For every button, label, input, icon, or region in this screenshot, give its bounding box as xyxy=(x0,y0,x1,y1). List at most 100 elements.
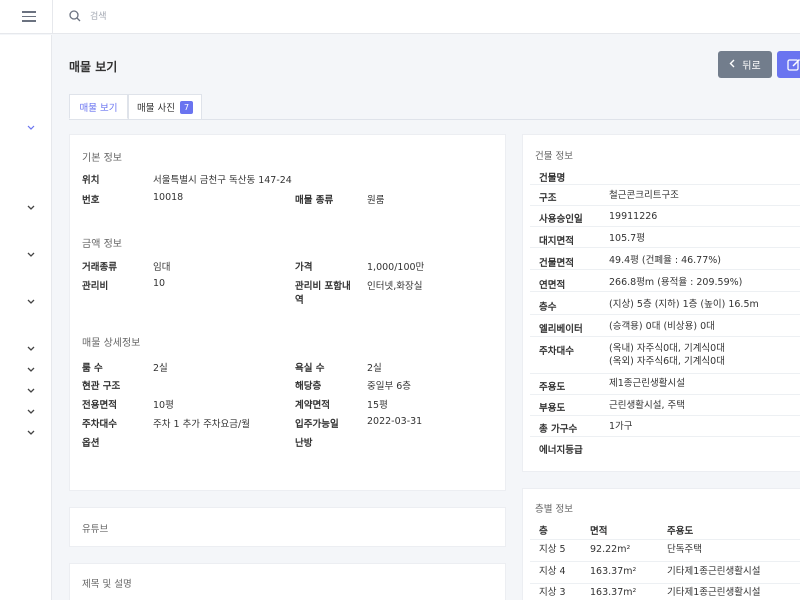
description-card xyxy=(69,563,506,600)
sidebar-chevron-down-icon[interactable] xyxy=(27,299,35,307)
building-row-label: 대지면적 xyxy=(539,236,574,247)
search-input[interactable] xyxy=(90,9,390,25)
move-in-value: 2022-03-31 xyxy=(367,416,423,427)
building-row-value: 근린생활시설, 주택 xyxy=(609,400,685,411)
floor-cell: 지상 3 xyxy=(539,587,566,598)
contract-area-label: 계약면적 xyxy=(295,400,330,411)
number-value: 10018 xyxy=(153,192,184,203)
use-cell: 단독주택 xyxy=(667,544,702,555)
building-row-label: 에너지등급 xyxy=(539,445,583,456)
floor-cell: 지상 5 xyxy=(539,544,566,555)
youtube-card xyxy=(69,507,506,547)
back-button-label: 뒤로 xyxy=(742,61,761,72)
fee-includes-label-cont: 역 xyxy=(295,295,304,306)
edit-icon xyxy=(787,58,800,71)
contract-area-value: 15평 xyxy=(367,400,388,411)
youtube-heading: 유튜브 xyxy=(82,524,109,535)
use-column-header: 주용도 xyxy=(667,526,694,537)
fee-includes-label: 관리비 포함내 xyxy=(295,281,351,292)
building-row-label: 사용승인일 xyxy=(539,214,583,225)
location-value: 서울특별시 금천구 독산동 147-24 xyxy=(153,175,292,186)
parking-value: 주차 1 추가 주차요금/월 xyxy=(153,419,250,430)
building-row-value: 철근콘크리트구조 xyxy=(609,190,679,201)
tab-divider xyxy=(69,119,800,120)
search-icon xyxy=(69,10,81,22)
floor-cell: 지상 4 xyxy=(539,566,566,577)
edit-button[interactable] xyxy=(777,51,800,78)
building-row-value: (옥내) 자주식0대, 기계식0대 xyxy=(609,343,725,354)
back-button[interactable]: 뒤로 xyxy=(718,51,772,78)
sidebar xyxy=(0,35,52,600)
building-row-value: 105.7평 xyxy=(609,233,645,244)
building-row-label: 구조 xyxy=(539,193,557,204)
area-cell: 163.37m² xyxy=(590,587,637,598)
building-row-value: 19911226 xyxy=(609,211,658,222)
building-info-heading: 건물 정보 xyxy=(535,151,573,162)
page-title: 매물 보기 xyxy=(69,60,118,74)
sidebar-chevron-down-icon[interactable] xyxy=(27,388,35,396)
tab-property-photos[interactable]: 매물 사진 7 xyxy=(128,94,202,119)
sidebar-chevron-down-icon[interactable] xyxy=(27,346,35,354)
parking-label: 주차대수 xyxy=(82,419,117,430)
area-cell: 92.22m² xyxy=(590,544,631,555)
basic-info-card xyxy=(69,134,506,491)
sidebar-chevron-down-icon[interactable] xyxy=(27,367,35,375)
exclusive-area-label: 전용면적 xyxy=(82,400,117,411)
building-row-value: (지상) 5층 (지하) 1층 (높이) 16.5m xyxy=(609,299,759,310)
exclusive-area-value: 10평 xyxy=(153,400,174,411)
fee-includes-value: 인터넷,화장실 xyxy=(367,281,423,292)
building-row-label: 주차대수 xyxy=(539,346,574,357)
building-row-value: (승객용) 0대 (비상용) 0대 xyxy=(609,321,715,332)
property-type-label: 매물 종류 xyxy=(295,195,334,206)
use-cell: 기타제1종근린생활시설 xyxy=(667,566,761,577)
building-row-value: 266.8평m (용적율 : 209.59%) xyxy=(609,277,743,288)
move-in-label: 입주가능일 xyxy=(295,419,339,430)
building-row-label: 총 가구수 xyxy=(539,424,578,435)
maintenance-fee-value: 10 xyxy=(153,278,166,289)
table-row xyxy=(530,540,800,562)
price-value: 1,000/100만 xyxy=(367,262,425,273)
rooms-label: 룸 수 xyxy=(82,363,103,374)
floor-column-header: 층 xyxy=(539,526,548,537)
building-row-value-2: (옥외) 자주식6대, 기계식0대 xyxy=(609,356,725,367)
location-label: 위치 xyxy=(82,175,100,186)
floor-value: 중일부 6층 xyxy=(367,381,412,392)
baths-label: 욕실 수 xyxy=(295,363,325,374)
sidebar-chevron-down-icon[interactable] xyxy=(27,205,35,213)
building-row-label: 건물명 xyxy=(539,173,566,184)
area-column-header: 면적 xyxy=(590,526,608,537)
building-row-label: 엘리베이터 xyxy=(539,324,583,335)
detail-info-heading: 매물 상세정보 xyxy=(82,338,141,349)
building-row-value: 1가구 xyxy=(609,421,633,432)
heating-label: 난방 xyxy=(295,438,313,449)
photo-count-badge: 7 xyxy=(179,100,194,114)
building-row-label: 부용도 xyxy=(539,403,566,414)
basic-info-heading: 기본 정보 xyxy=(82,153,122,164)
tab-label: 매물 사진 xyxy=(136,103,175,114)
tab-label: 매물 보기 xyxy=(79,102,118,114)
chevron-left-icon xyxy=(729,59,735,71)
deal-type-label: 거래종류 xyxy=(82,262,117,273)
rooms-value: 2실 xyxy=(153,363,168,374)
price-label: 가격 xyxy=(295,262,313,273)
top-bar-divider xyxy=(52,0,53,34)
sidebar-chevron-down-icon[interactable] xyxy=(27,409,35,417)
sidebar-chevron-down-icon[interactable] xyxy=(27,125,35,133)
number-label: 번호 xyxy=(82,195,100,206)
entrance-structure-label: 현관 구조 xyxy=(82,381,121,392)
baths-value: 2실 xyxy=(367,363,382,374)
hamburger-icon[interactable] xyxy=(22,11,36,22)
building-row-label: 층수 xyxy=(539,302,557,313)
building-row-value: 제1종근린생활시설 xyxy=(609,378,685,389)
building-row-value: 49.4평 (건폐율 : 46.77%) xyxy=(609,255,722,266)
area-cell: 163.37m² xyxy=(590,566,637,577)
sidebar-chevron-down-icon[interactable] xyxy=(27,430,35,438)
deal-type-value: 임대 xyxy=(153,262,171,273)
building-row-label: 건물면적 xyxy=(539,258,574,269)
sidebar-chevron-down-icon[interactable] xyxy=(27,252,35,260)
top-bar xyxy=(0,0,800,34)
maintenance-fee-label: 관리비 xyxy=(82,281,109,292)
floor-info-heading: 층별 정보 xyxy=(535,504,573,515)
tab-property-view[interactable]: 매물 보기 xyxy=(69,94,128,119)
options-label: 옵션 xyxy=(82,438,100,449)
